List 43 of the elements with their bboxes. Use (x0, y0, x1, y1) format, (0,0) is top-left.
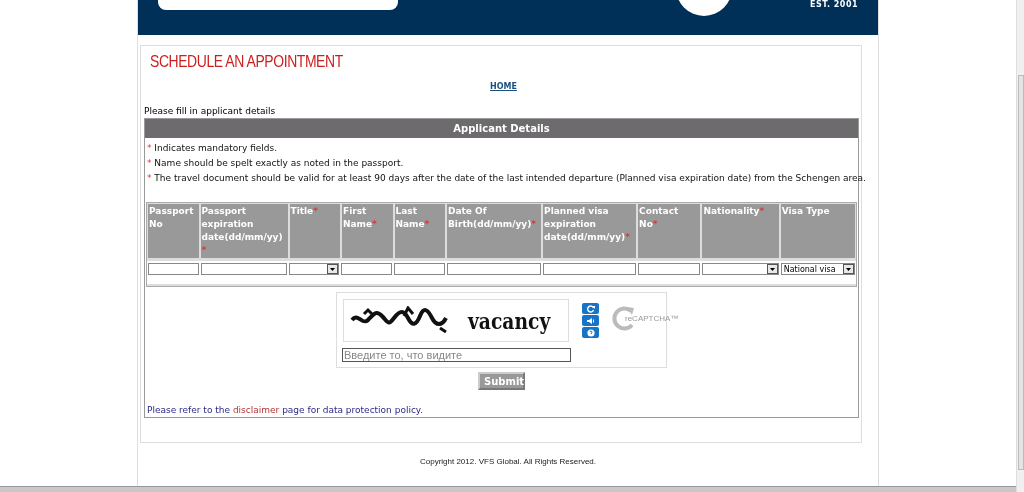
audio-button[interactable] (582, 315, 599, 326)
refresh-icon (586, 304, 595, 313)
column-header: First Name* (342, 204, 393, 258)
text-field[interactable] (341, 263, 392, 275)
home-link[interactable]: HOME (490, 82, 517, 91)
column-header: Passport No (148, 204, 199, 258)
column-header: Nationality* (702, 204, 779, 258)
captcha-word: vacancy (468, 307, 551, 334)
note-text: * Indicates mandatory fields. (147, 143, 278, 153)
text-field[interactable] (637, 263, 701, 275)
note-text: * Name should be spelt exactly as noted in the passport. (147, 158, 404, 168)
dropdown[interactable] (702, 263, 779, 275)
dropdown[interactable]: National visa (780, 263, 855, 275)
disclaimer-link[interactable]: disclaimer (232, 405, 280, 415)
text-field[interactable] (446, 263, 541, 275)
text-field[interactable] (542, 263, 636, 275)
column-header: Passport expiration date(dd/mm/yy) * (200, 204, 288, 258)
dropdown[interactable] (288, 263, 340, 275)
note-text: * The travel document should be valid for at least 90 days after the date of the last intended departure (Planned visa expiration date) from the Schengen area. (147, 173, 866, 183)
help-button[interactable] (582, 327, 599, 338)
caret-icon (843, 264, 854, 274)
captcha-field[interactable]: Введите то, что видите (342, 348, 571, 362)
refresh-button[interactable] (582, 303, 599, 314)
recaptcha-label: reCAPTCHA™ (625, 313, 679, 323)
disclaimer-text: Please refer to the disclaimer page for data protection policy. (147, 405, 423, 415)
speaker-icon (586, 316, 595, 325)
column-header: Last Name* (394, 204, 445, 258)
column-header: Planned visa expiration date(dd/mm/yy)* (543, 204, 637, 258)
text-field[interactable] (393, 263, 445, 275)
established-label: EST. 2001 (810, 0, 859, 9)
text-field[interactable] (200, 263, 287, 275)
instruction-text: Please fill in applicant details (144, 106, 276, 116)
column-header: Title* (289, 204, 340, 258)
copyright-text: Copyright 2012. VFS Global. All Rights Reserved. (419, 457, 597, 466)
column-header: Visa Type (780, 204, 855, 258)
page-title: SCHEDULE AN APPOINTMENT (150, 52, 343, 72)
section-header: Applicant Details (145, 119, 858, 138)
caret-icon (766, 264, 778, 274)
help-icon (586, 328, 595, 337)
column-header: Date Of Birth(dd/mm/yy)* (447, 204, 542, 258)
caret-icon (327, 264, 339, 274)
text-field[interactable] (148, 263, 199, 275)
column-header: Contact No* (638, 204, 701, 258)
